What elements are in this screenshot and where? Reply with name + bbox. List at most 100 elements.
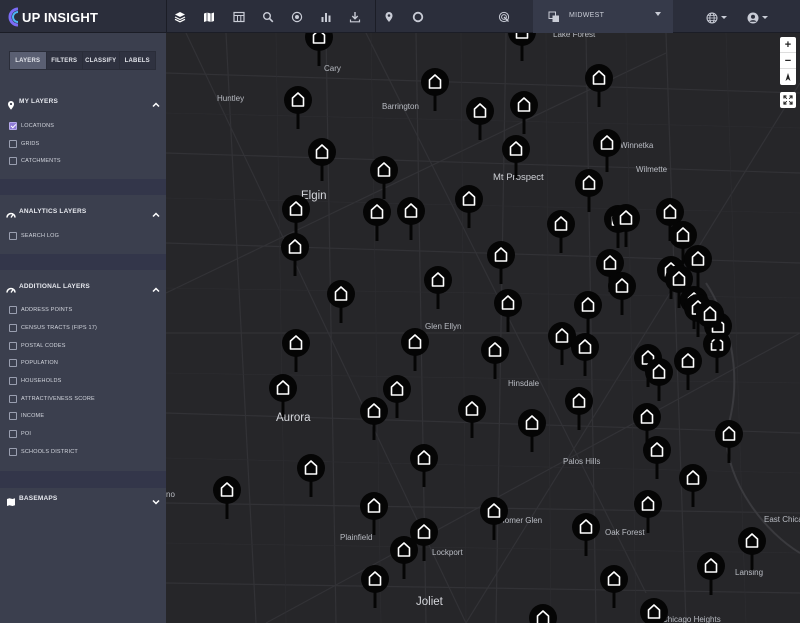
home-pin-icon[interactable]: [281, 328, 311, 372]
home-pin-icon[interactable]: [644, 357, 674, 401]
chevron-up-icon[interactable]: [151, 97, 161, 108]
home-pin-icon[interactable]: [592, 128, 622, 172]
home-pin-icon[interactable]: [607, 271, 637, 315]
home-pin-icon[interactable]: [362, 197, 392, 241]
tab-filters[interactable]: FILTERS: [47, 52, 83, 69]
zoom-in-button[interactable]: +: [780, 37, 796, 53]
layer-item-poi[interactable]: POI: [9, 428, 159, 440]
home-pin-icon[interactable]: [454, 184, 484, 228]
analytics-layers-header[interactable]: ANALYTICS LAYERS: [0, 204, 166, 220]
checkbox[interactable]: [9, 122, 17, 130]
chevron-up-icon[interactable]: [151, 207, 161, 218]
home-pin-icon[interactable]: [528, 603, 558, 623]
bar-chart-icon[interactable]: [318, 9, 334, 25]
basemaps-header[interactable]: BASEMAPS: [0, 491, 166, 507]
home-pin-icon[interactable]: [573, 290, 603, 334]
home-pin-icon[interactable]: [360, 564, 390, 608]
home-pin-icon[interactable]: [296, 453, 326, 497]
home-pin-icon[interactable]: [564, 386, 594, 430]
home-pin-icon[interactable]: [570, 332, 600, 376]
home-pin-icon[interactable]: [509, 90, 539, 134]
home-pin-icon[interactable]: [283, 85, 313, 129]
chevron-up-icon[interactable]: [151, 282, 161, 293]
layer-item-search-log[interactable]: SEARCH LOG: [9, 230, 159, 242]
checkbox[interactable]: [9, 306, 17, 314]
home-pin-icon[interactable]: [507, 33, 537, 61]
home-pin-icon[interactable]: [457, 394, 487, 438]
home-pin-icon[interactable]: [479, 496, 509, 540]
home-pin-icon[interactable]: [465, 96, 495, 140]
checkbox[interactable]: [9, 377, 17, 385]
layer-item-households[interactable]: HOUSEHOLDS: [9, 375, 159, 387]
fullscreen-button[interactable]: [780, 92, 796, 108]
target-icon[interactable]: [289, 9, 305, 25]
layer-item-attractiveness-score[interactable]: ATTRACTIVENESS SCORE: [9, 393, 159, 405]
map-icon[interactable]: [201, 9, 217, 25]
pin-icon[interactable]: [381, 9, 397, 25]
checkbox[interactable]: [9, 157, 17, 165]
home-pin-icon[interactable]: [696, 551, 726, 595]
tab-labels[interactable]: LABELS: [120, 52, 156, 69]
home-pin-icon[interactable]: [584, 63, 614, 107]
home-pin-icon[interactable]: [574, 168, 604, 212]
home-pin-icon[interactable]: [695, 299, 725, 343]
table-icon[interactable]: [231, 9, 247, 25]
home-pin-icon[interactable]: [268, 373, 298, 417]
home-pin-icon[interactable]: [642, 435, 672, 479]
home-pin-icon[interactable]: [307, 137, 337, 181]
my-layers-header[interactable]: MY LAYERS: [0, 94, 166, 110]
checkbox[interactable]: [9, 342, 17, 350]
additional-layers-header[interactable]: ADDITIONAL LAYERS: [0, 279, 166, 295]
checkbox[interactable]: [9, 359, 17, 367]
home-pin-icon[interactable]: [678, 463, 708, 507]
home-pin-icon[interactable]: [611, 203, 641, 247]
region-selector[interactable]: MIDWEST: [533, 0, 673, 33]
home-pin-icon[interactable]: [599, 564, 629, 608]
checkbox[interactable]: [9, 430, 17, 438]
home-pin-icon[interactable]: [304, 33, 334, 66]
home-pin-icon[interactable]: [517, 408, 547, 452]
layer-item-schools-district[interactable]: SCHOOLS DISTRICT: [9, 446, 159, 458]
home-pin-icon[interactable]: [396, 196, 426, 240]
home-pin-icon[interactable]: [480, 335, 510, 379]
map-canvas[interactable]: Lake Forest Cary Huntley Barrington Winnetka…: [166, 33, 800, 623]
layer-item-locations[interactable]: LOCATIONS: [9, 120, 159, 132]
layer-item-census-tracts[interactable]: CENSUS TRACTS (FIPS 17): [9, 322, 159, 334]
checkbox[interactable]: [9, 324, 17, 332]
chevron-down-icon[interactable]: [151, 494, 161, 505]
checkbox[interactable]: [9, 140, 17, 148]
zoom-out-button[interactable]: −: [780, 53, 796, 69]
logo[interactable]: UP INSIGHT: [6, 7, 98, 27]
globe-icon[interactable]: [706, 11, 718, 29]
layer-item-income[interactable]: INCOME: [9, 410, 159, 422]
checkbox[interactable]: [9, 412, 17, 420]
home-pin-icon[interactable]: [420, 67, 450, 111]
home-pin-icon[interactable]: [633, 489, 663, 533]
checkbox[interactable]: [9, 232, 17, 240]
home-pin-icon[interactable]: [369, 155, 399, 199]
home-pin-icon[interactable]: [639, 597, 669, 623]
checkbox[interactable]: [9, 448, 17, 456]
home-pin-icon[interactable]: [409, 443, 439, 487]
language-caret-icon[interactable]: [721, 16, 727, 19]
home-pin-icon[interactable]: [501, 134, 531, 178]
home-pin-icon[interactable]: [212, 475, 242, 519]
home-pin-icon[interactable]: [359, 491, 389, 535]
tab-classify[interactable]: CLASSIFY: [83, 52, 120, 69]
home-pin-icon[interactable]: [493, 288, 523, 332]
layer-item-address-points[interactable]: ADDRESS POINTS: [9, 304, 159, 316]
layer-item-postal-codes[interactable]: POSTAL CODES: [9, 340, 159, 352]
checkbox[interactable]: [9, 395, 17, 403]
home-pin-icon[interactable]: [486, 240, 516, 284]
home-pin-icon[interactable]: [571, 512, 601, 556]
home-pin-icon[interactable]: [423, 265, 453, 309]
home-pin-icon[interactable]: [714, 419, 744, 463]
tab-layers[interactable]: LAYERS: [10, 52, 47, 69]
download-icon[interactable]: [347, 9, 363, 25]
radar-icon[interactable]: [496, 9, 512, 25]
layer-item-grids[interactable]: GRIDS: [9, 138, 159, 150]
home-pin-icon[interactable]: [737, 526, 767, 570]
layer-item-population[interactable]: POPULATION: [9, 357, 159, 369]
compass-icon[interactable]: [780, 69, 796, 85]
layers-icon[interactable]: [172, 9, 188, 25]
